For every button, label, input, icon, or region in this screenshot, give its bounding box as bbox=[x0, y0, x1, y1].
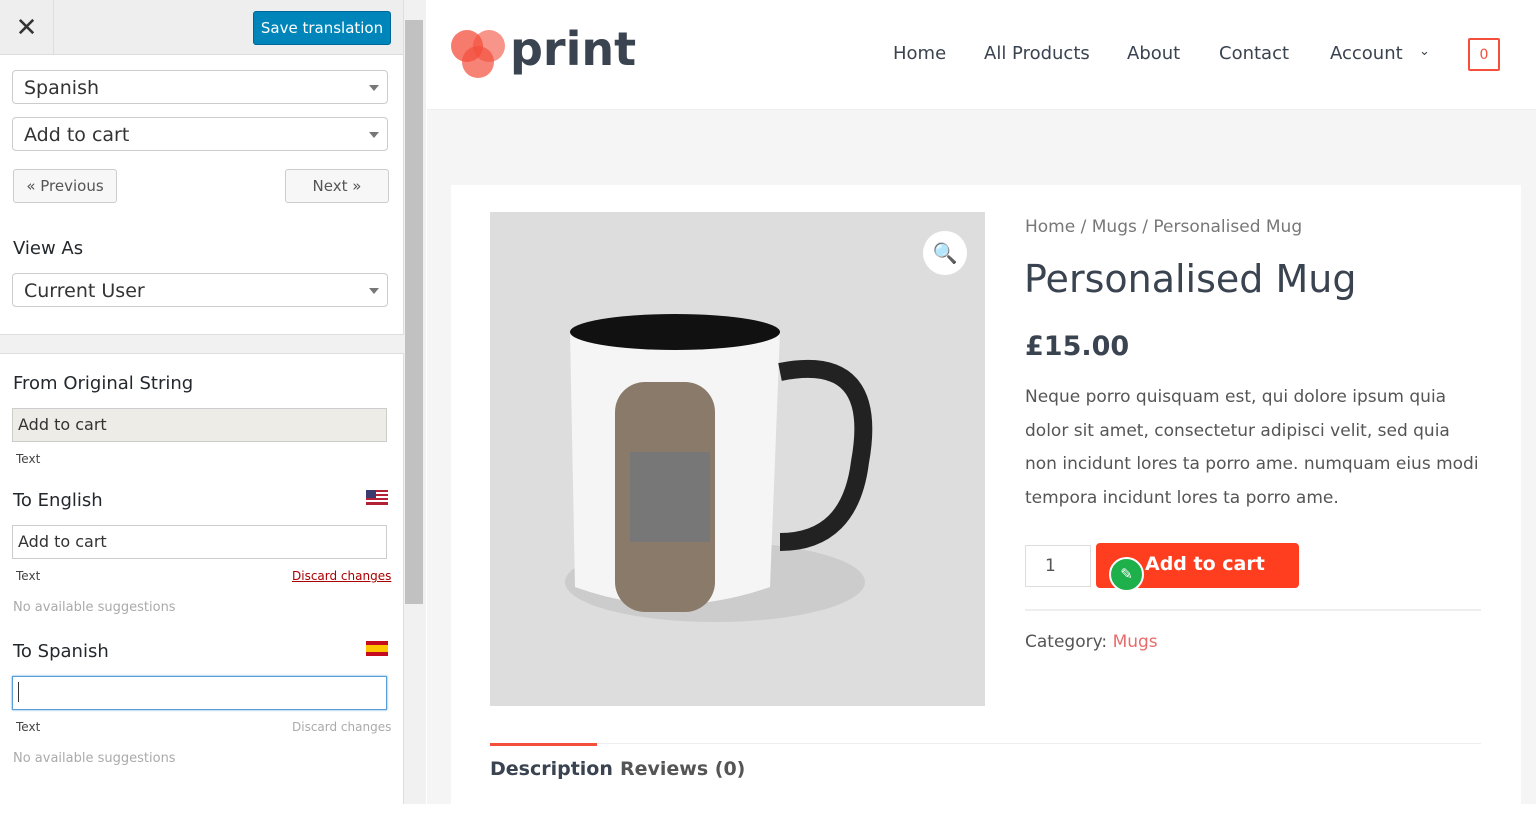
product-description: Neque porro quisquam est, qui dolore ips… bbox=[1025, 387, 1479, 508]
nav-home[interactable]: Home bbox=[893, 43, 946, 64]
active-tab-indicator bbox=[490, 743, 597, 746]
tabs-divider bbox=[490, 743, 1481, 744]
editor-toolbar: ✕ Save translation bbox=[0, 0, 403, 55]
tab-description[interactable]: Description bbox=[490, 758, 613, 780]
spanish-translation-field[interactable] bbox=[12, 676, 387, 710]
edit-pencil-icon[interactable]: ✎ bbox=[1109, 557, 1144, 592]
original-type-label: Text bbox=[16, 452, 41, 466]
mug-image bbox=[565, 314, 873, 622]
product-price: £15.00 bbox=[1025, 331, 1130, 362]
translation-editor-panel: ✕ Save translation Spanish Add to cart «… bbox=[0, 0, 404, 804]
original-string-field: Add to cart bbox=[12, 408, 387, 442]
product-title: Personalised Mug bbox=[1024, 257, 1357, 301]
next-button[interactable]: Next » bbox=[285, 169, 389, 203]
site-preview: print Home All Products About Contact Ac… bbox=[427, 0, 1536, 825]
nav-contact[interactable]: Contact bbox=[1219, 43, 1289, 64]
spanish-type-label: Text bbox=[16, 720, 41, 734]
quantity-input[interactable]: 1 bbox=[1025, 545, 1091, 587]
save-translation-button[interactable]: Save translation bbox=[253, 11, 391, 45]
nav-account[interactable]: Account bbox=[1330, 43, 1403, 64]
string-select[interactable]: Add to cart bbox=[12, 117, 388, 151]
breadcrumb-home[interactable]: Home bbox=[1025, 217, 1075, 237]
nav-all-products[interactable]: All Products bbox=[984, 43, 1090, 64]
original-string-label: From Original String bbox=[13, 373, 194, 394]
nav-about[interactable]: About bbox=[1127, 43, 1180, 64]
breadcrumb: Home / Mugs / Personalised Mug bbox=[1025, 217, 1303, 237]
zoom-search-icon[interactable]: 🔍 bbox=[923, 231, 967, 275]
english-translation-field[interactable]: Add to cart bbox=[12, 525, 387, 559]
english-discard-link[interactable]: Discard changes bbox=[292, 569, 391, 583]
english-label: To English bbox=[13, 490, 103, 511]
cart-count: 0 bbox=[1479, 47, 1489, 63]
english-suggestions: No available suggestions bbox=[13, 600, 176, 615]
spanish-suggestions: No available suggestions bbox=[13, 751, 176, 766]
scrollbar-thumb[interactable] bbox=[405, 20, 423, 604]
view-as-label: View As bbox=[13, 238, 84, 259]
breadcrumb-current: Personalised Mug bbox=[1153, 217, 1303, 237]
cart-icon[interactable]: 0 bbox=[1468, 38, 1500, 71]
english-type-label: Text bbox=[16, 569, 41, 583]
view-as-select[interactable]: Current User bbox=[12, 273, 388, 307]
spain-flag-icon bbox=[366, 641, 388, 656]
site-header: print Home All Products About Contact Ac… bbox=[427, 0, 1536, 110]
divider bbox=[1025, 609, 1481, 611]
product-image: 🔍 bbox=[490, 212, 985, 706]
category-label: Category: bbox=[1025, 632, 1108, 652]
tab-reviews[interactable]: Reviews (0) bbox=[620, 758, 745, 780]
product-card: 🔍 Home / Mugs / Personalised Mug Persona… bbox=[451, 185, 1521, 825]
spanish-discard-link[interactable]: Discard changes bbox=[292, 720, 391, 734]
us-flag-icon bbox=[366, 490, 388, 505]
chevron-down-icon: ⌄ bbox=[1419, 44, 1430, 59]
language-select[interactable]: Spanish bbox=[12, 70, 388, 104]
previous-button[interactable]: « Previous bbox=[13, 169, 117, 203]
close-icon[interactable]: ✕ bbox=[0, 0, 54, 55]
divider bbox=[0, 334, 404, 354]
text-cursor bbox=[18, 682, 19, 702]
category-line: Category: Mugs bbox=[1025, 632, 1158, 652]
logo-icon bbox=[451, 30, 505, 78]
category-link[interactable]: Mugs bbox=[1113, 632, 1158, 652]
logo-text: print bbox=[510, 22, 637, 76]
spanish-label: To Spanish bbox=[13, 641, 109, 662]
breadcrumb-mugs[interactable]: Mugs bbox=[1092, 217, 1137, 237]
